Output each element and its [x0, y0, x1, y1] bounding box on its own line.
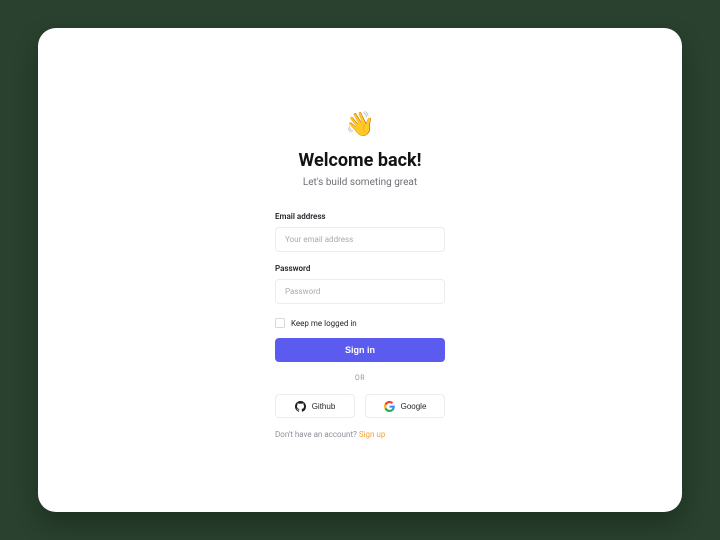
github-button-label: Github [312, 402, 336, 411]
google-button-label: Google [401, 402, 427, 411]
remember-checkbox[interactable] [275, 318, 285, 328]
login-form: Email address Password Keep me logged in… [275, 212, 445, 439]
github-icon [295, 401, 306, 412]
signup-prompt-row: Don't have an account? Sign up [275, 430, 445, 439]
social-login-row: Github Google [275, 394, 445, 418]
password-field-group: Password [275, 264, 445, 304]
wave-icon: 👋 [345, 112, 375, 136]
remember-label: Keep me logged in [291, 319, 357, 328]
signup-link[interactable]: Sign up [359, 430, 386, 439]
page-subtitle: Let's build someting great [303, 177, 417, 188]
page-stage: 👋 Welcome back! Let's build someting gre… [0, 0, 720, 540]
login-card: 👋 Welcome back! Let's build someting gre… [38, 28, 682, 512]
sign-in-button[interactable]: Sign in [275, 338, 445, 362]
google-icon [384, 401, 395, 412]
or-divider: OR [275, 374, 445, 382]
email-input[interactable] [275, 227, 445, 252]
signup-prompt-text: Don't have an account? [275, 430, 359, 439]
google-login-button[interactable]: Google [365, 394, 445, 418]
github-login-button[interactable]: Github [275, 394, 355, 418]
or-text: OR [355, 374, 365, 382]
password-input[interactable] [275, 279, 445, 304]
page-title: Welcome back! [299, 150, 422, 171]
remember-row: Keep me logged in [275, 318, 445, 328]
password-label: Password [275, 264, 445, 273]
email-label: Email address [275, 212, 445, 221]
email-field-group: Email address [275, 212, 445, 252]
